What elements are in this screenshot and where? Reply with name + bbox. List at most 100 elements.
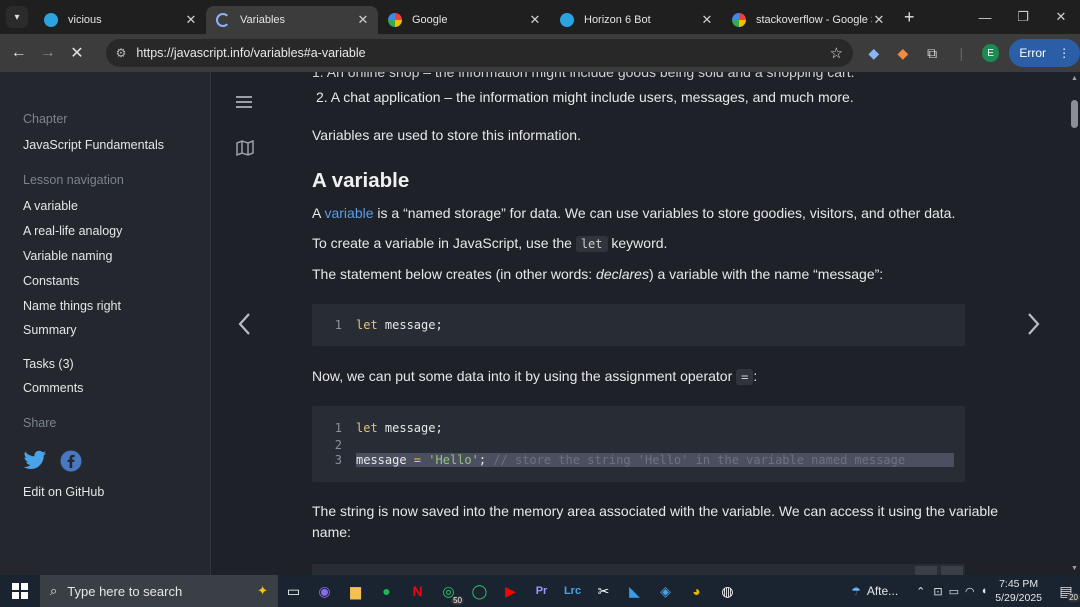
volume-icon[interactable]: ◖ — [981, 585, 988, 597]
edit-button[interactable] — [941, 566, 963, 575]
spotify-icon[interactable]: ● — [371, 575, 402, 607]
extensions-puzzle-icon[interactable]: ⧉ — [918, 45, 947, 62]
address-bar[interactable]: ⚙ https://javascript.info/variables#a-va… — [105, 39, 854, 67]
map-icon[interactable] — [236, 140, 254, 156]
string-literal: 'Hello' — [428, 453, 479, 467]
youtube-icon[interactable]: ▶ — [495, 575, 526, 607]
lesson-item-a-variable[interactable]: A variable — [23, 199, 78, 213]
code-block-assignment[interactable]: 1 let message; 2 3 message = 'Hello'; // s… — [312, 406, 965, 482]
taskbar-search-box[interactable]: ⌕ Type here to search ✦ — [40, 575, 278, 607]
task-view-icon[interactable]: ▭ — [278, 575, 309, 607]
whiteboard-icon[interactable]: ◈ — [650, 575, 681, 607]
lesson-item-constants[interactable]: Constants — [23, 274, 79, 288]
wifi-icon[interactable]: ◠ — [965, 585, 975, 598]
notification-center-icon[interactable]: ▤ 20 — [1052, 583, 1080, 602]
keyword: let — [356, 318, 378, 332]
more-menu-icon[interactable]: ⋮ — [1058, 46, 1070, 60]
code-block-next[interactable] — [312, 564, 965, 575]
close-icon[interactable]: ✕ — [356, 12, 370, 28]
paragraph-assignment: Now, we can put some data into it by usi… — [312, 368, 758, 385]
clock[interactable]: 7:45 PM 5/29/2025 — [995, 577, 1042, 605]
content-tools-column — [211, 72, 279, 575]
battery-icon[interactable]: ▭ — [949, 585, 959, 598]
error-label: Error — [1019, 46, 1047, 60]
obs-icon[interactable]: ◍ — [712, 575, 743, 607]
site-info-icon[interactable]: ⚙ — [116, 46, 127, 60]
tab-vicious[interactable]: vicious ✕ — [34, 6, 206, 34]
google-icon — [388, 13, 402, 27]
tab-variables[interactable]: Variables ✕ — [206, 6, 378, 34]
lesson-item-analogy[interactable]: A real-life analogy — [23, 224, 122, 238]
tab-stackoverflow[interactable]: stackoverflow - Google S ✕ — [722, 6, 894, 34]
edit-on-github-link[interactable]: Edit on GitHub — [23, 485, 104, 499]
twitter-icon[interactable] — [23, 450, 47, 470]
meet-now-icon[interactable]: ⊡ — [933, 585, 942, 598]
close-icon[interactable]: ✕ — [872, 12, 886, 28]
scrollbar-thumb[interactable] — [1071, 100, 1078, 128]
chat-app-icon[interactable]: ◯ — [464, 575, 495, 607]
capcut-icon[interactable]: ✂ — [588, 575, 619, 607]
weather-umbrella-icon[interactable]: ☂ — [851, 585, 861, 598]
scroll-down-icon[interactable]: ▼ — [1071, 565, 1078, 572]
run-button[interactable] — [915, 566, 937, 575]
close-icon[interactable]: ✕ — [184, 12, 198, 28]
close-window-icon[interactable]: ✕ — [1042, 0, 1080, 34]
tasks-link[interactable]: Tasks (3) — [23, 357, 74, 371]
extension-robot-icon[interactable]: ◆ — [859, 45, 888, 62]
error-button[interactable]: Error ⋮ — [1009, 39, 1080, 67]
lesson-item-name-things-right[interactable]: Name things right — [23, 299, 121, 313]
vscode-icon[interactable]: ◣ — [619, 575, 650, 607]
page-scrollbar[interactable]: ▲ ▼ — [1069, 72, 1080, 575]
bookmark-star-icon[interactable]: ☆ — [830, 44, 843, 62]
tab-title: stackoverflow - Google S — [756, 14, 872, 26]
copilot-sparkle-icon[interactable]: ✦ — [257, 583, 268, 599]
chapter-link[interactable]: JavaScript Fundamentals — [23, 138, 164, 152]
telegram-icon — [560, 13, 574, 27]
file-explorer-icon[interactable]: ▆ — [340, 575, 371, 607]
new-tab-button[interactable]: + — [904, 7, 915, 28]
forward-icon[interactable]: → — [33, 44, 62, 62]
previous-lesson-chevron-icon[interactable] — [237, 312, 251, 336]
lesson-item-naming[interactable]: Variable naming — [23, 249, 112, 263]
facebook-icon[interactable] — [60, 450, 82, 472]
profile-avatar[interactable]: E — [981, 44, 1000, 62]
comments-link[interactable]: Comments — [23, 381, 83, 395]
text: To create a variable in JavaScript, use … — [312, 235, 576, 251]
minimize-icon[interactable]: — — [966, 0, 1004, 34]
emphasis: declares — [596, 266, 649, 282]
line-number: 3 — [334, 453, 342, 467]
text: : — [753, 368, 758, 384]
next-lesson-chevron-icon[interactable] — [1027, 312, 1041, 336]
whatsapp-icon[interactable]: ◎ 50 — [433, 575, 464, 607]
paragraph-store-info: Variables are used to store this informa… — [312, 127, 581, 143]
stop-loading-icon[interactable]: ✕ — [62, 43, 91, 63]
premiere-pro-icon[interactable]: Pr — [526, 575, 557, 607]
whatsapp-badge: 50 — [451, 596, 464, 605]
netflix-icon[interactable]: N — [402, 575, 433, 607]
lesson-item-summary[interactable]: Summary — [23, 323, 76, 337]
windows-start-button[interactable] — [0, 575, 40, 607]
close-icon[interactable]: ✕ — [528, 12, 542, 28]
restore-icon[interactable]: ❐ — [1004, 0, 1042, 34]
hamburger-menu-icon[interactable] — [236, 95, 252, 109]
close-icon[interactable]: ✕ — [700, 12, 714, 28]
tab-google[interactable]: Google ✕ — [378, 6, 550, 34]
code-line: 1 let message; — [312, 421, 443, 435]
extension-metamask-icon[interactable]: ◆ — [888, 45, 917, 62]
chevron-up-icon[interactable]: ⌃ — [916, 585, 925, 598]
scroll-up-icon[interactable]: ▲ — [1071, 75, 1078, 82]
lightroom-icon[interactable]: Lrc — [557, 575, 588, 607]
variable-link[interactable]: variable — [324, 205, 373, 221]
tab-horizon-bot[interactable]: Horizon 6 Bot ✕ — [550, 6, 722, 34]
weather-text[interactable]: Afte... — [867, 584, 898, 598]
code-line-selected: 3 message = 'Hello'; // store the string … — [312, 453, 954, 467]
windows-logo-icon — [12, 583, 28, 599]
text: The statement below creates (in other wo… — [312, 266, 597, 282]
code-block-declaration[interactable]: 1 let message; — [312, 304, 965, 346]
tab-search-button[interactable]: ▾ — [6, 6, 28, 28]
back-icon[interactable]: ← — [4, 44, 33, 62]
text: A — [312, 205, 325, 221]
text: is a “named storage” for data. We can us… — [373, 205, 956, 221]
chrome-icon[interactable]: ◕ — [681, 575, 712, 607]
copilot-icon[interactable]: ◉ — [309, 575, 340, 607]
